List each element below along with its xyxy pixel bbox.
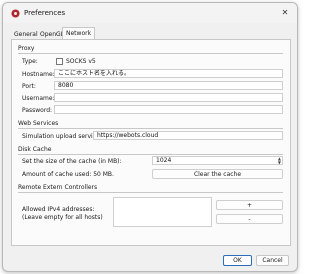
hostname-label: Hostname:	[22, 71, 55, 78]
web-services-section-title: Web Services	[18, 120, 59, 127]
cache-size-value: 1024	[156, 157, 172, 164]
close-icon[interactable]: ✕	[277, 7, 293, 19]
proxy-section-title: Proxy	[18, 45, 35, 52]
cache-used-label: Amount of cache used: 50 MB.	[22, 171, 114, 178]
hostname-input[interactable]: ここにホスト名を入れる。	[54, 69, 283, 78]
cache-size-label: Set the size of the cache (in MB):	[22, 158, 122, 165]
type-label: Type:	[22, 58, 38, 65]
app-logo-icon	[11, 9, 20, 18]
disk-cache-section-title: Disk Cache	[18, 146, 52, 153]
remove-ip-button[interactable]: -	[216, 214, 283, 224]
web-services-divider	[18, 128, 283, 129]
password-input[interactable]	[54, 105, 283, 114]
allowed-ips-list[interactable]	[113, 197, 212, 227]
clear-cache-button[interactable]: Clear the cache	[152, 169, 283, 179]
remote-section-title: Remote Extern Controllers	[18, 184, 98, 191]
upload-service-input[interactable]: https://webots.cloud	[93, 131, 283, 140]
add-ip-button[interactable]: +	[216, 200, 283, 210]
password-label: Password:	[22, 107, 53, 114]
allowed-ips-label: Allowed IPv4 addresses:	[22, 206, 95, 213]
upload-service-label: Simulation upload service:	[22, 133, 102, 140]
preferences-window: Preferences ✕ General OpenGL Network Pro…	[2, 2, 298, 272]
socks-label: SOCKS v5	[66, 58, 96, 65]
remote-divider	[18, 192, 283, 193]
cancel-button[interactable]: Cancel	[256, 255, 289, 266]
window-title: Preferences	[24, 9, 66, 17]
username-input[interactable]	[54, 93, 283, 102]
proxy-divider	[18, 53, 283, 54]
allowed-ips-hint: (Leave empty for all hosts)	[22, 214, 103, 221]
username-label: Username:	[22, 95, 55, 102]
port-label: Port:	[22, 83, 36, 90]
spin-arrows-icon[interactable]: ▲ ▼	[278, 157, 281, 164]
title-bar: Preferences ✕	[3, 3, 297, 23]
socks-checkbox[interactable]	[56, 58, 63, 65]
disk-cache-divider	[18, 154, 283, 155]
cache-size-spinbox[interactable]: 1024 ▲ ▼	[152, 156, 283, 165]
port-input[interactable]: 8080	[54, 81, 283, 90]
ok-button[interactable]: OK	[223, 255, 252, 266]
network-panel: Proxy Type: SOCKS v5 Hostname: ここにホスト名を入…	[11, 39, 291, 246]
